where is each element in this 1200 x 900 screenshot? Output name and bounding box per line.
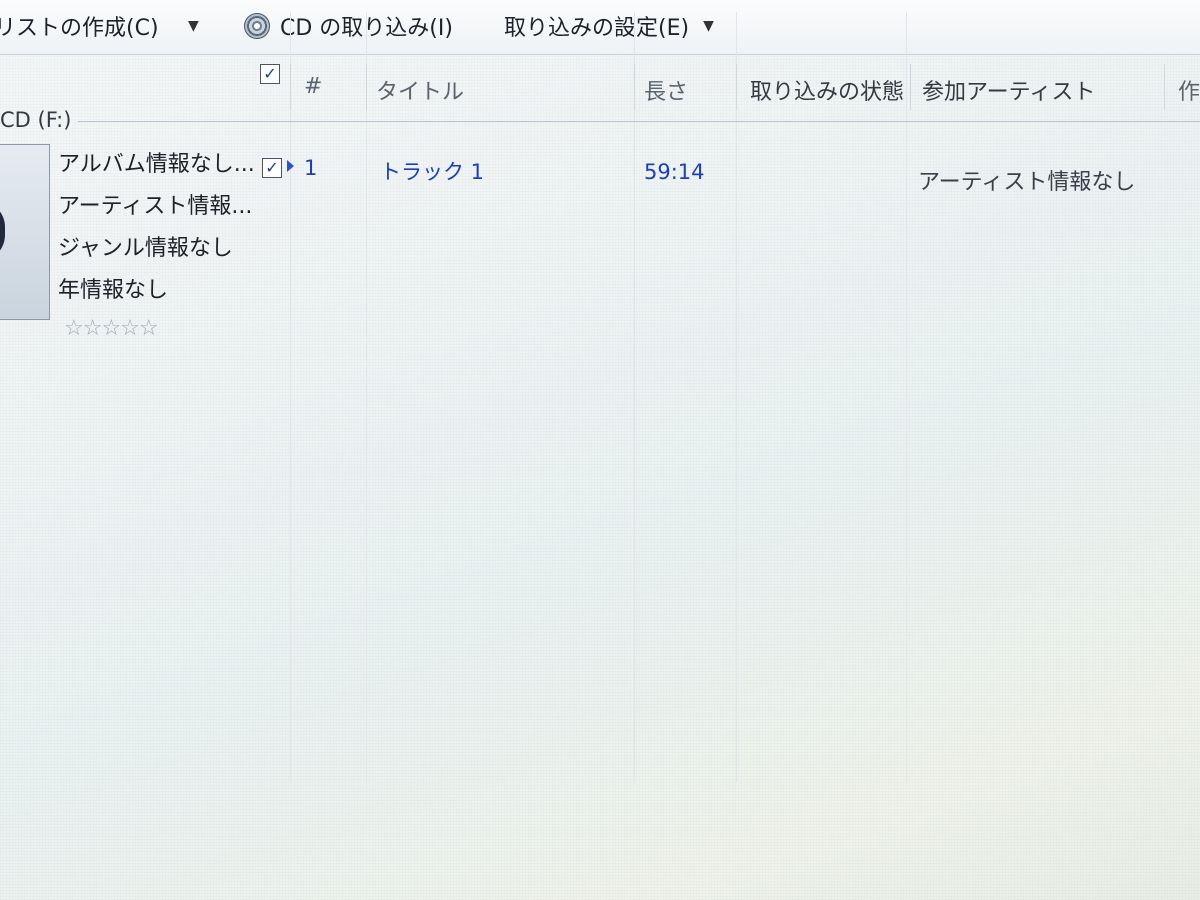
checkmark-icon: ✓ [263, 64, 277, 83]
column-header-contributing-artist[interactable]: 参加アーティスト [922, 74, 1095, 106]
disc-icon [0, 201, 5, 261]
track-checkbox[interactable]: ✓ [262, 158, 282, 178]
header-divider[interactable] [910, 64, 911, 110]
create-playlist-dropdown[interactable]: ▼ [188, 8, 199, 44]
group-divider [78, 121, 1200, 122]
track-length: 59:14 [644, 160, 705, 184]
header-divider[interactable] [1164, 64, 1165, 110]
rating-stars[interactable]: ☆☆☆☆☆ [64, 316, 159, 341]
header-divider[interactable] [634, 64, 635, 110]
column-divider [906, 12, 907, 782]
checkmark-icon: ✓ [265, 158, 279, 177]
track-contributing-artist[interactable]: アーティスト情報なし [918, 164, 1135, 196]
album-art[interactable] [0, 144, 50, 320]
rip-cd-button[interactable]: CD の取り込み(I) [244, 8, 453, 44]
header-divider[interactable] [366, 64, 367, 110]
column-header-title[interactable]: タイトル [376, 74, 464, 106]
chevron-down-icon: ▼ [703, 18, 714, 34]
header-divider[interactable] [736, 64, 737, 110]
rip-settings-label: 取り込みの設定(E) [504, 16, 690, 41]
column-header-number[interactable]: # [304, 74, 322, 99]
group-header-drive[interactable]: CD (F:) [0, 108, 71, 132]
track-title[interactable]: トラック 1 [380, 156, 484, 186]
album-artist[interactable]: アーティスト情報... [58, 188, 252, 220]
screen-texture [0, 0, 1200, 900]
select-all-checkbox[interactable]: ✓ [260, 64, 280, 84]
toolbar: リストの作成(C) ▼ CD の取り込み(I) 取り込みの設定(E) ▼ [0, 0, 1200, 55]
cd-icon [244, 13, 270, 39]
album-name[interactable]: アルバム情報なし... [58, 146, 255, 178]
column-divider [366, 12, 367, 782]
header-divider[interactable] [290, 64, 291, 110]
create-playlist-button[interactable]: リストの作成(C) [0, 8, 159, 44]
album-year[interactable]: 年情報なし [58, 272, 168, 304]
column-header-rip-status[interactable]: 取り込みの状態 [750, 74, 904, 106]
play-indicator-icon [287, 160, 294, 172]
track-number: 1 [304, 156, 318, 180]
column-header-composer[interactable]: 作 [1178, 74, 1200, 106]
chevron-down-icon: ▼ [188, 18, 199, 34]
album-genre[interactable]: ジャンル情報なし [58, 230, 233, 262]
create-playlist-label: リストの作成(C) [0, 16, 159, 41]
column-divider [736, 12, 737, 782]
column-header-length[interactable]: 長さ [644, 74, 688, 106]
column-divider [634, 12, 635, 782]
rip-settings-button[interactable]: 取り込みの設定(E) ▼ [504, 8, 714, 44]
column-divider [290, 12, 291, 782]
